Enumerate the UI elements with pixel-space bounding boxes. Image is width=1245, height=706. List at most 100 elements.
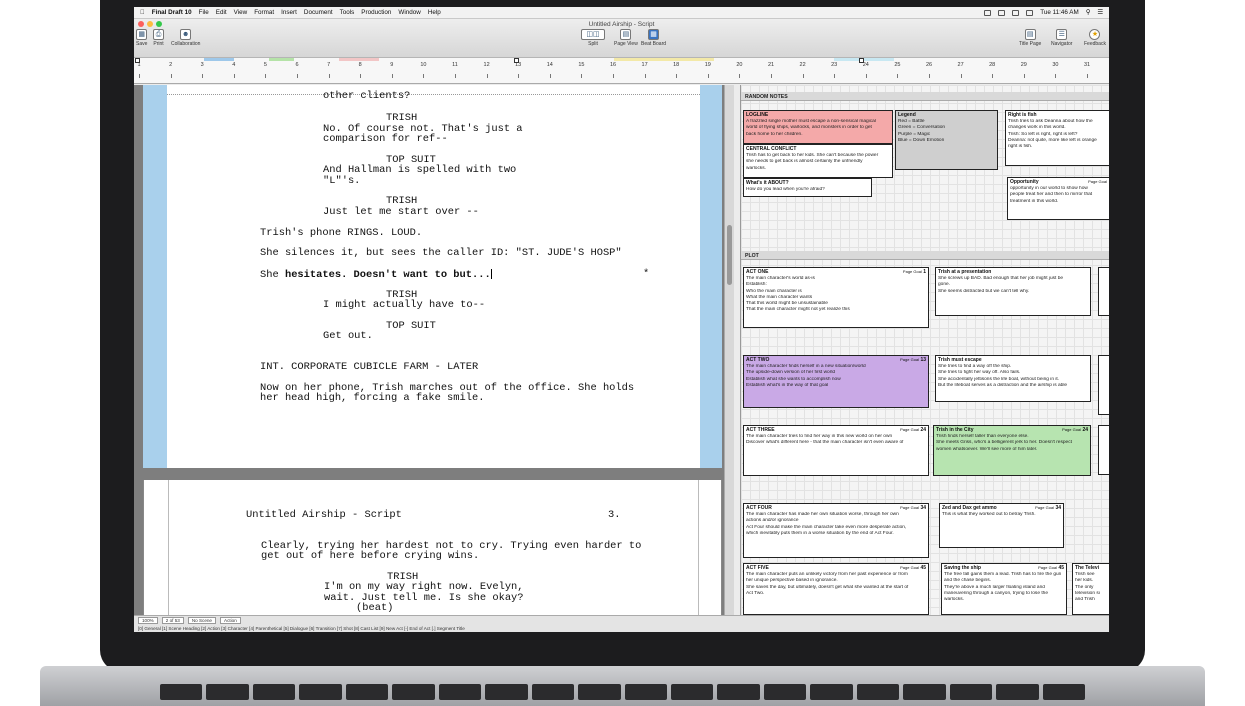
split-button[interactable]: ◫◫ Split [581,29,605,47]
people-icon: ☻ [180,29,192,40]
scroll-thumb[interactable] [727,225,732,285]
dialogue-line[interactable]: I'm on my way right now. Evelyn, [324,582,524,593]
beat-board[interactable]: RANDOM NOTES PLOT LOGLINE A frazzled sin… [740,85,1109,615]
section-header-plot[interactable]: PLOT [741,251,1109,260]
menu-window[interactable]: Window [398,9,420,16]
beat-card-partial[interactable] [1098,267,1109,316]
character-name[interactable]: TOP SUIT [386,321,436,332]
print-button[interactable]: ⎙ Print [153,29,164,47]
search-icon[interactable]: ⚲ [1086,9,1091,16]
ruler-tick [771,74,772,78]
navigator-button[interactable]: ☰ Navigator [1051,29,1072,47]
save-icon: ▦ [136,29,148,40]
status-icon[interactable] [984,9,992,16]
beat-card-act-five[interactable]: ACT FIVE Page Goal 45 The main character … [743,563,929,615]
element-shortcuts: [0] General [1] Scene Heading [2] Action… [138,625,465,631]
menu-view[interactable]: View [234,9,248,16]
menu-format[interactable]: Format [254,9,274,16]
dialogue-line[interactable]: "L"'s. [323,176,360,187]
beat-card-saving-ship[interactable]: Saving the ship Page Goal 45 The free fal… [941,563,1067,615]
menu-edit[interactable]: Edit [216,9,227,16]
bold-action-text[interactable]: hesitates. Doesn't want to but... [285,269,491,281]
action-line[interactable]: She silences it, but sees the caller ID:… [260,248,622,259]
beat-card-opportunity[interactable]: Opportunity Page Goal opportunity in our … [1007,177,1109,220]
ruler-number: 18 [673,62,680,68]
menu-production[interactable]: Production [361,9,391,16]
section-header-random-notes[interactable]: RANDOM NOTES [741,92,1109,101]
collaboration-button[interactable]: ☻ Collaboration [171,29,200,47]
beat-card-right-is-fish[interactable]: Right is fish Trish tries to ask Deanna … [1005,110,1109,166]
script-scrollbar[interactable] [724,85,734,615]
ruler-tick [455,74,456,78]
menu-help[interactable]: Help [428,9,441,16]
character-name[interactable]: TRISH [386,196,417,207]
beat-card-partial[interactable] [1098,425,1109,475]
beat-card-act-four[interactable]: ACT FOUR Page Goal 34 The main character … [743,503,929,558]
zoom-select[interactable]: 100% [138,616,158,624]
title-page-button[interactable]: ▤ Title Page [1019,29,1041,47]
beat-card-in-the-city[interactable]: Trish in the City Page Goal 24 Trish find… [933,425,1091,476]
battery-icon[interactable] [1026,9,1034,16]
ruler-number: 20 [736,62,743,68]
beat-card-central-conflict[interactable]: CENTRAL CONFLICT Trish has to get back t… [743,144,893,178]
beat-card-whats-it-about[interactable]: What's it ABOUT? How do you lead when yo… [743,178,872,197]
beat-card-presentation[interactable]: Trish at a presentation She screws up BA… [935,267,1091,316]
scene-indicator[interactable]: No Scene [187,616,216,624]
menu-file[interactable]: File [199,9,209,16]
ruler-number: 17 [641,62,648,68]
save-button[interactable]: ▦ Save [136,29,147,47]
dialogue-line[interactable]: wait. Just tell me. Is she okay? [324,593,524,604]
action-line-current[interactable]: She hesitates. Doesn't want to but... [260,269,492,280]
dialogue-line[interactable]: Get out. [323,331,373,342]
star-icon: ★ [1089,29,1101,40]
beat-card-legend[interactable]: Legend Red = Battle Green = Conversation P… [895,110,998,170]
page-header: Untitled Airship - Script [246,509,402,521]
beat-card-zed-dax[interactable]: Zed and Dax get ammo Page Goal 34 This is… [939,503,1064,548]
ruler-tick [676,74,678,78]
status-icon[interactable] [998,9,1006,16]
script-pane[interactable]: other clients? TRISH No. Of course not. … [134,85,734,615]
scene-heading[interactable]: INT. CORPORATE CUBICLE FARM - LATER [260,362,478,373]
dialogue-line[interactable]: And Hallman is spelled with two [323,165,516,176]
feedback-button[interactable]: ★ Feedback [1084,29,1106,47]
dialogue-line[interactable]: other clients? [323,91,410,102]
ruler-number: 4 [232,62,236,68]
beat-card-must-escape[interactable]: Trish must escape She tries to find a wa… [935,355,1091,402]
ruler-number: 27 [957,62,964,68]
dialogue-line[interactable]: I might actually have to-- [323,300,485,311]
action-text[interactable]: She [260,269,285,281]
window-title: Untitled Airship - Script [588,21,655,28]
beat-card-act-two[interactable]: ACT TWO Page Goal 13 The main character f… [743,355,929,408]
character-name[interactable]: TRISH [386,113,417,124]
wifi-icon[interactable] [1012,9,1020,16]
beat-card-act-one[interactable]: ACT ONE Page Goal 1 The main character's … [743,267,929,328]
clock[interactable]: Tue 11:46 AM [1040,9,1079,16]
page-indicator[interactable]: 2 of 53 [161,616,184,624]
beat-card-partial[interactable] [1098,355,1109,415]
apple-icon[interactable]:  [140,9,145,16]
dialogue-line[interactable]: comparison for ref-- [323,134,448,145]
app-menu[interactable]: Final Draft 10 [152,9,192,16]
action-line[interactable]: her head high, forcing a fake smile. [260,393,484,404]
beat-card-logline[interactable]: LOGLINE A frazzled single mother must es… [743,110,893,144]
menu-tools[interactable]: Tools [340,9,355,16]
parenthetical[interactable]: (beat) [356,603,393,614]
script-page-next[interactable]: Untitled Airship - Script 3. Clearly, tr… [143,480,722,615]
ruler-number: 28 [989,62,996,68]
page-view-button[interactable]: ▤ Page View [614,29,638,47]
menu-insert[interactable]: Insert [281,9,297,16]
action-line[interactable]: get out of here before crying wins. [261,551,479,562]
script-page-current[interactable]: other clients? TRISH No. Of course not. … [143,85,722,468]
beat-card-act-three[interactable]: ACT THREE Page Goal 24 The main character… [743,425,929,476]
menu-list-icon[interactable]: ☰ [1097,9,1103,16]
action-line[interactable]: Trish's phone RINGS. LOUD. [260,228,422,239]
beat-board-button[interactable]: ▦ Beat Board [641,29,666,47]
element-select[interactable]: Action [220,616,241,624]
beat-card-television[interactable]: The Televi Trish see her kids. The only tel… [1072,563,1109,615]
page-indent-ruler[interactable] [167,85,700,95]
menu-document[interactable]: Document [304,9,333,16]
ruler-tick [739,74,741,78]
keyboard [160,684,1086,700]
dialogue-line[interactable]: Just let me start over -- [323,207,479,218]
page-ruler[interactable]: 1 2 3 4 5 6 7 8 9 10 11 12 13 14 15 16 17 18 19 20 21 22 23 24 2… [134,58,1109,84]
